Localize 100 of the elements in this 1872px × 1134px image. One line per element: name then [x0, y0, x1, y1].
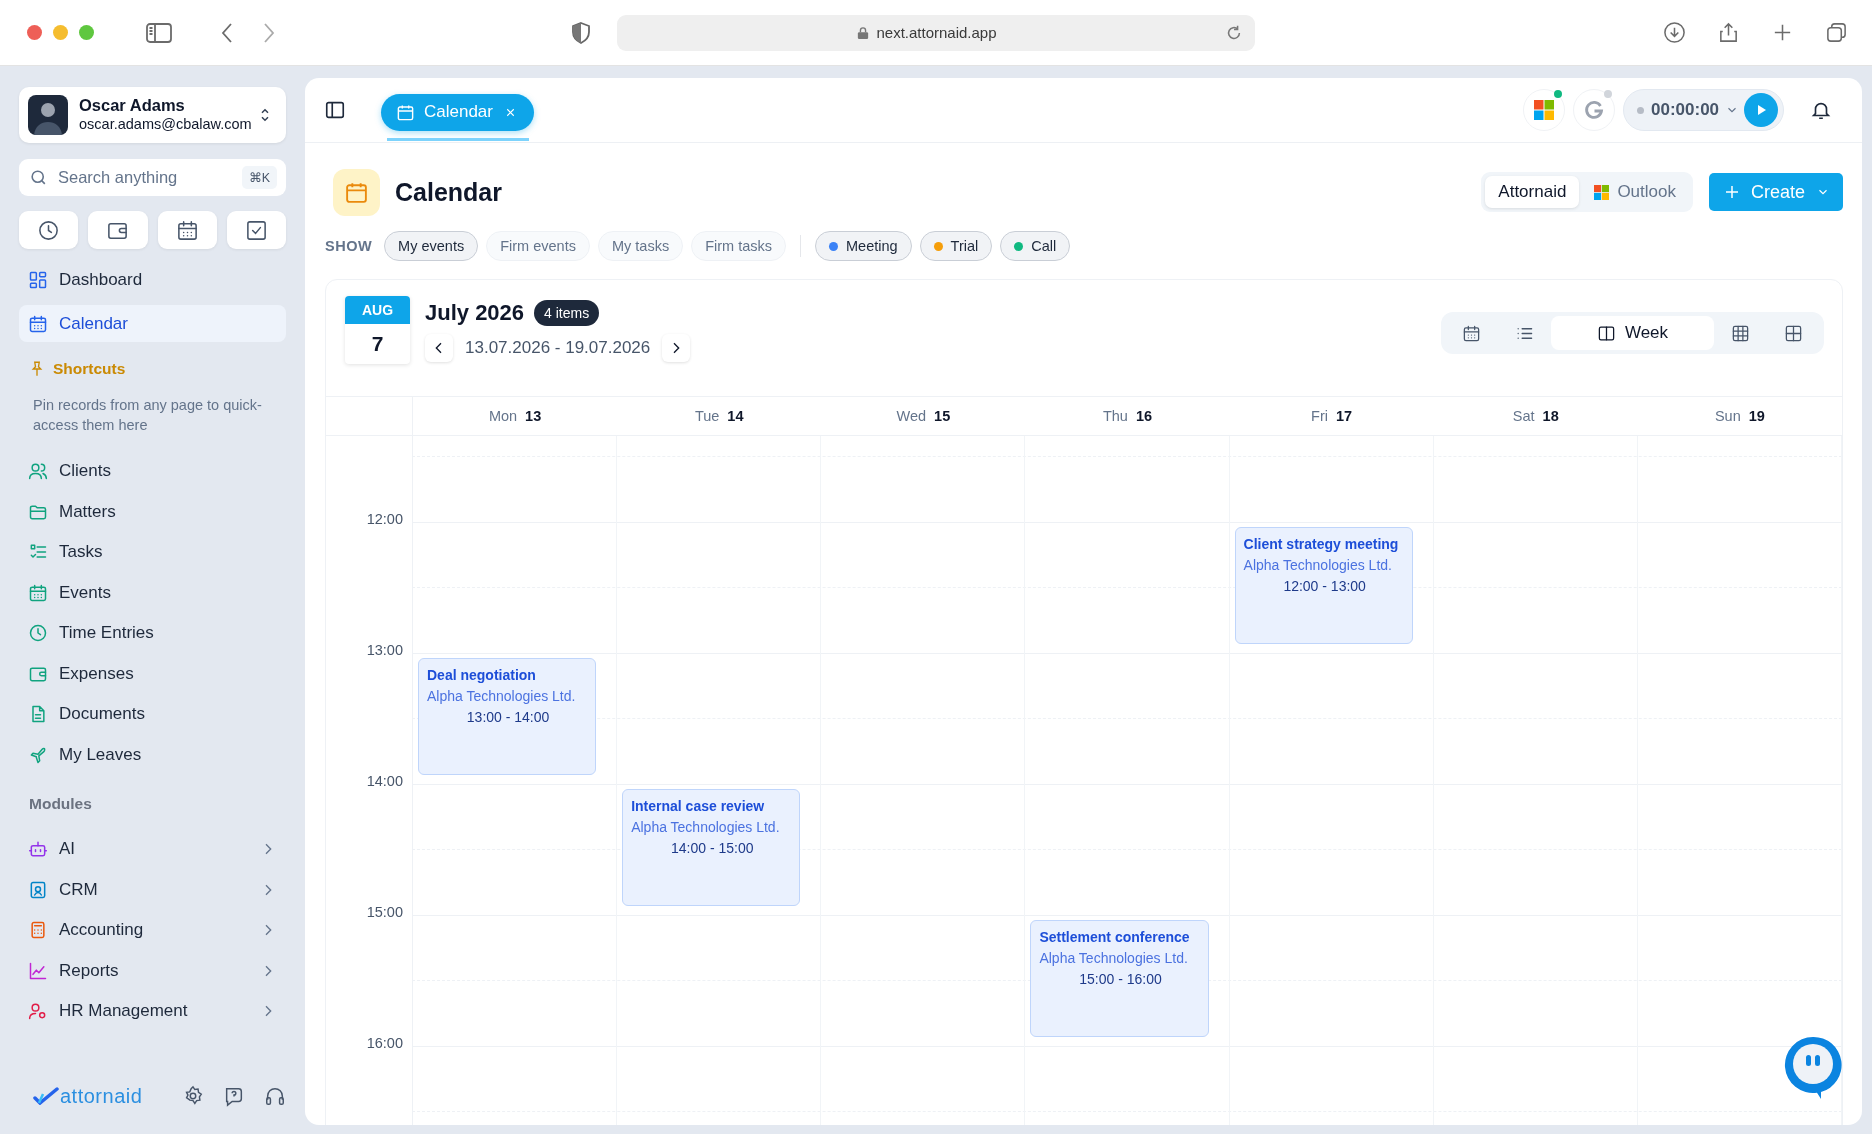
module-item[interactable]: Accounting [19, 910, 286, 951]
time-label: 13:00 [366, 642, 403, 658]
day-name: Sat [1512, 408, 1535, 424]
count-badge: 4 items [534, 300, 600, 326]
grid-icon [1731, 323, 1750, 343]
event-card[interactable]: Deal negotiation Alpha Technologies Ltd. 13:00 - 14:00 [418, 658, 597, 775]
grid-icon [1784, 323, 1803, 343]
sidebar-icon[interactable] [146, 22, 172, 43]
avatar [28, 95, 68, 135]
nav-item[interactable]: Calendar [19, 305, 286, 342]
nav-item[interactable]: Time Entries [19, 613, 286, 654]
day-name: Tue [694, 408, 720, 424]
day-name: Sun [1714, 408, 1741, 424]
event-card[interactable]: Settlement conference Alpha Technologies Ltd. 15:00 - 16:00 [1030, 920, 1209, 1037]
event-client: Alpha Technologies Ltd. [1243, 557, 1393, 573]
next-button[interactable] [662, 334, 691, 362]
search-field[interactable]: Search anything ⌘K [19, 159, 286, 196]
event-card[interactable]: Client strategy meeting Alpha Technologies Ltd. 12:00 - 13:00 [1234, 527, 1413, 644]
chart-icon [28, 960, 48, 981]
filter-chip[interactable]: Firm tasks [691, 231, 786, 261]
day-date: 18 [1542, 408, 1559, 424]
quick-action-button[interactable] [88, 211, 148, 249]
day-name: Wed [896, 408, 927, 424]
tabs-icon[interactable] [1825, 21, 1848, 44]
shortcuts-hint: Pin records from any page to quick-access them here [32, 396, 263, 435]
help-icon[interactable] [223, 1085, 245, 1107]
nav-item[interactable]: Events [19, 572, 286, 613]
legend-chip[interactable]: Meeting [815, 231, 912, 261]
month-title: July 2026 [425, 300, 525, 326]
calculator-icon [28, 920, 48, 941]
time-label: 16:00 [366, 1035, 403, 1051]
nav-item[interactable]: Documents [19, 694, 286, 735]
previous-button[interactable] [425, 334, 453, 362]
time-label: 14:00 [366, 773, 403, 789]
user-name: Oscar Adams [79, 96, 186, 115]
id-badge-icon [28, 879, 48, 900]
close-window-button[interactable] [27, 25, 42, 40]
panel-toggle-icon[interactable] [324, 99, 346, 121]
g-logo-icon [1584, 100, 1604, 120]
quick-action-button[interactable] [19, 211, 79, 249]
dashboard-icon [28, 269, 48, 290]
time-label: 12:00 [366, 511, 403, 527]
windows-logo-icon [1534, 100, 1554, 120]
nav-item[interactable]: My Leaves [19, 734, 286, 775]
nav-item[interactable]: Expenses [19, 653, 286, 694]
time-label: 15:00 [366, 904, 403, 920]
calendar-icon [28, 313, 48, 334]
legend-chip[interactable]: Call [1000, 231, 1071, 261]
month-label: AUG [345, 296, 410, 324]
search-input[interactable]: Search anything [56, 167, 242, 188]
legend-chip[interactable]: Trial [919, 231, 993, 261]
day-number: 7 [370, 331, 385, 357]
nav-item[interactable]: Dashboard [19, 261, 286, 298]
source-tab[interactable]: Outlook [1581, 176, 1689, 208]
reload-icon[interactable] [1225, 23, 1243, 42]
event-card[interactable]: Internal case review Alpha Technologies Ltd. 14:00 - 15:00 [622, 789, 801, 906]
day-date: 14 [727, 408, 744, 424]
status-dot [1637, 106, 1644, 114]
chat-bubble-icon[interactable] [1783, 1035, 1843, 1101]
download-icon[interactable] [1663, 21, 1686, 44]
quick-action-button[interactable] [157, 211, 217, 249]
calendar-icon [175, 218, 199, 242]
shield-icon[interactable] [571, 21, 591, 44]
filter-label: SHOW [325, 238, 373, 254]
quick-action-button[interactable] [226, 211, 286, 249]
event-title: Settlement conference [1039, 929, 1191, 945]
module-item[interactable]: AI [19, 829, 286, 870]
section-title: Shortcuts [53, 360, 126, 378]
lock-icon [857, 25, 870, 40]
play-button[interactable] [1744, 93, 1778, 127]
user-gear-icon [28, 1001, 48, 1022]
nav-item[interactable]: Matters [19, 491, 286, 532]
source-tab[interactable]: Attornaid [1485, 176, 1580, 208]
user-switcher[interactable]: Oscar Adams oscar.adams@cbalaw.com [19, 87, 286, 143]
event-client: Alpha Technologies Ltd. [427, 688, 577, 704]
address-bar[interactable]: next.attornaid.app [617, 14, 1255, 51]
day-date: 16 [1135, 408, 1153, 424]
module-item[interactable]: Reports [19, 950, 286, 991]
module-item[interactable]: CRM [19, 869, 286, 910]
clock-icon [37, 218, 61, 242]
filter-chip[interactable]: My events [384, 231, 479, 261]
day-date: 15 [934, 408, 951, 424]
user-email: oscar.adams@cbalaw.com [79, 115, 252, 134]
day-date: 19 [1748, 408, 1765, 424]
view-button[interactable]: Week [1551, 316, 1714, 350]
day-name: Thu [1102, 408, 1128, 424]
url-text: next.attornaid.app [876, 24, 997, 41]
day-date: 17 [1336, 408, 1353, 424]
day-name: Fri [1311, 408, 1328, 424]
event-time: 12:00 - 13:00 [1282, 578, 1367, 594]
filter-chip[interactable]: My tasks [597, 231, 684, 261]
calendar-icon [1462, 323, 1481, 343]
back-icon[interactable] [220, 21, 234, 44]
module-item[interactable]: HR Management [19, 991, 286, 1032]
users-icon [28, 461, 48, 482]
headset-icon[interactable] [264, 1085, 286, 1107]
filter-chip[interactable]: Firm events [486, 231, 590, 261]
nav-item[interactable]: Clients [19, 451, 286, 492]
nav-item[interactable]: Tasks [19, 532, 286, 573]
share-icon[interactable] [1717, 21, 1740, 44]
